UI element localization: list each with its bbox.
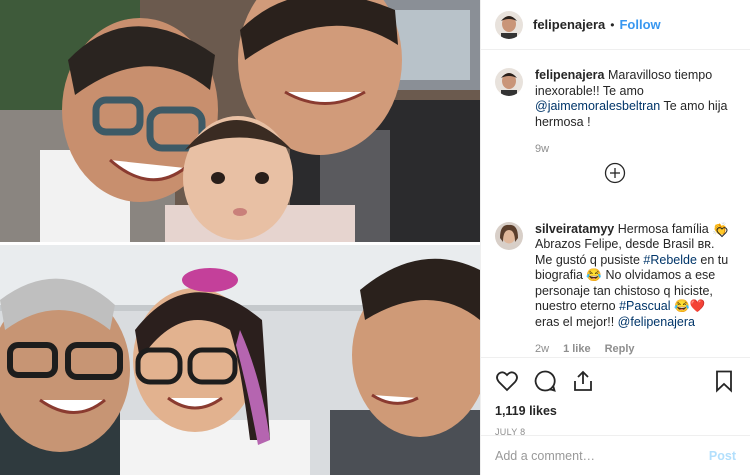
- comment-meta: 2w 1 like Reply: [535, 342, 731, 357]
- caption-body: felipenajera Maravilloso tiempo inexorab…: [535, 68, 731, 158]
- comment-mention[interactable]: @felipenajera: [618, 315, 695, 329]
- likes-count[interactable]: 1,119 likes: [495, 404, 736, 418]
- plus-circle-icon[interactable]: [604, 162, 626, 184]
- post-header: felipenajera • Follow: [481, 0, 750, 50]
- caption-meta: 9w: [535, 142, 731, 158]
- comment-username[interactable]: silveiratamyy: [535, 222, 614, 236]
- author-avatar[interactable]: [495, 10, 523, 39]
- follow-button[interactable]: Follow: [619, 17, 660, 32]
- commenter-avatar[interactable]: [495, 221, 523, 250]
- post-button[interactable]: Post: [709, 449, 736, 463]
- comment-age[interactable]: 2w: [535, 342, 549, 357]
- caption: felipenajera Maravilloso tiempo inexorab…: [481, 56, 750, 158]
- caption-username[interactable]: felipenajera: [535, 68, 604, 82]
- comment-icon[interactable]: [533, 369, 557, 393]
- post-details-panel: felipenajera • Follow felipenajera Marav…: [480, 0, 750, 475]
- comment-hashtag-rebelde[interactable]: #Rebelde: [643, 253, 697, 267]
- reply-button[interactable]: Reply: [605, 342, 635, 357]
- caption-avatar[interactable]: [495, 68, 523, 96]
- instagram-post: felipenajera • Follow felipenajera Marav…: [0, 0, 750, 475]
- action-icons: [495, 368, 736, 394]
- comment-body: silveiratamyy Hermosa família 👏 Abrazos …: [535, 222, 731, 358]
- add-comment-bar: Post: [481, 435, 750, 475]
- caption-age[interactable]: 9w: [535, 142, 549, 158]
- comment-heart-icon[interactable]: [716, 226, 728, 238]
- author-username[interactable]: felipenajera: [533, 17, 605, 32]
- heart-icon[interactable]: [495, 369, 519, 393]
- caption-mention[interactable]: @jaimemoralesbeltran: [535, 99, 660, 113]
- post-photo[interactable]: [0, 0, 480, 475]
- comment-likes[interactable]: 1 like: [563, 342, 591, 357]
- header-separator: •: [610, 17, 615, 32]
- post-actions: 1,119 likes JULY 8 Post: [481, 357, 750, 475]
- comments-list[interactable]: felipenajera Maravilloso tiempo inexorab…: [481, 56, 750, 357]
- comment-hashtag-pascual[interactable]: #Pascual: [619, 299, 670, 313]
- share-icon[interactable]: [571, 369, 595, 393]
- bookmark-icon[interactable]: [712, 369, 736, 393]
- comment-item: silveiratamyy Hermosa família 👏 Abrazos …: [481, 210, 750, 358]
- comment-input[interactable]: [495, 448, 709, 463]
